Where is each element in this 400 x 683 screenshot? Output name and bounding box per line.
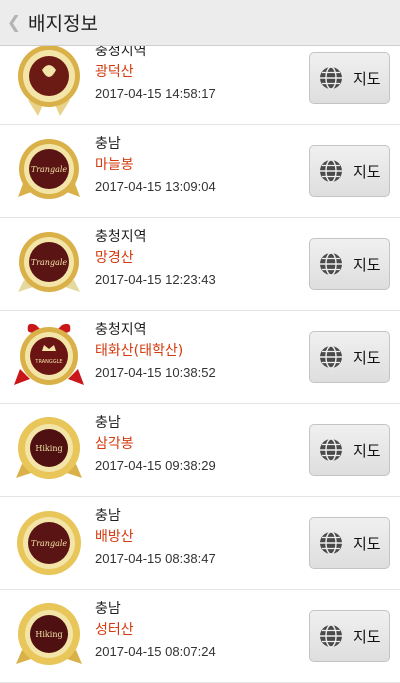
mountain-name: 망경산 [95,250,134,266]
badge-text: Trangale [31,539,68,548]
map-button-label: 지도 [353,441,381,460]
badge-text: Hiking [35,630,62,639]
region-label: 충남 [95,601,121,617]
badge-laurel-emblem-icon: Hiking [16,603,82,665]
globe-icon [320,252,342,276]
region-label: 충청지역 [95,46,147,59]
list-item: Trangale 충남 배방산 2017-04-15 08:38:47 지도 [0,497,400,590]
map-button-label: 지도 [353,627,381,646]
map-button-label: 지도 [353,255,381,274]
back-chevron-icon[interactable]: ❮ [2,13,26,33]
badge-laurel-emblem-icon: Hiking [16,417,82,479]
mountain-name: 마늘봉 [95,157,134,173]
globe-icon [320,531,342,555]
mountain-name: 배방산 [95,529,134,545]
map-button-label: 지도 [353,69,381,88]
badge-gold-emblem-icon [18,46,80,116]
mountain-name: 광덕산 [95,64,134,80]
map-button[interactable]: 지도 [309,52,390,104]
badge-text: TRANGGLE [34,359,62,365]
map-button[interactable]: 지도 [309,331,390,383]
page-title: 배지정보 [28,13,98,35]
region-label: 충남 [95,508,121,524]
globe-icon [320,345,342,369]
map-button-label: 지도 [353,534,381,553]
timestamp: 2017-04-15 08:38:47 [95,551,216,566]
globe-icon [320,438,342,462]
timestamp: 2017-04-15 08:07:24 [95,644,216,659]
map-button[interactable]: 지도 [309,238,390,290]
badge-gold-emblem-icon: Trangale [18,232,80,292]
timestamp: 2017-04-15 14:58:17 [95,86,216,101]
globe-icon [320,624,342,648]
badge-text: Hiking [35,444,62,453]
map-button[interactable]: 지도 [309,145,390,197]
list-item: Hiking 충남 삼각봉 2017-04-15 09:38:29 지도 [0,404,400,497]
list-item: TRANGGLE 충청지역 태화산(태학산) 2017-04-15 10:38:… [0,311,400,404]
map-button-label: 지도 [353,348,381,367]
region-label: 충남 [95,415,121,431]
badge-gold-emblem-icon: Trangale [18,139,80,199]
region-label: 충남 [95,136,121,152]
timestamp: 2017-04-15 12:23:43 [95,272,216,287]
list-item: 충청지역 광덕산 2017-04-15 14:58:17 지도 [0,46,400,125]
region-label: 충청지역 [95,322,147,338]
map-button[interactable]: 지도 [309,517,390,569]
mountain-name: 삼각봉 [95,436,134,452]
timestamp: 2017-04-15 09:38:29 [95,458,216,473]
map-button[interactable]: 지도 [309,610,390,662]
globe-icon [320,159,342,183]
badge-ribbon-emblem-icon: TRANGGLE [14,323,84,385]
badge-text: Trangale [31,165,68,174]
list-item: Trangale 충남 마늘봉 2017-04-15 13:09:04 지도 [0,125,400,218]
badge-gold-emblem-icon: Trangale [17,511,81,575]
timestamp: 2017-04-15 10:38:52 [95,365,216,380]
list-item: Hiking 충남 성터산 2017-04-15 08:07:24 지도 [0,590,400,683]
badge-list: 충청지역 광덕산 2017-04-15 14:58:17 지도 Trangale… [0,46,400,683]
list-item: Trangale 충청지역 망경산 2017-04-15 12:23:43 지도 [0,218,400,311]
map-button-label: 지도 [353,162,381,181]
timestamp: 2017-04-15 13:09:04 [95,179,216,194]
region-label: 충청지역 [95,229,147,245]
globe-icon [320,66,342,90]
mountain-name: 성터산 [95,622,134,638]
mountain-name: 태화산(태학산) [95,343,184,359]
map-button[interactable]: 지도 [309,424,390,476]
badge-text: Trangale [31,258,68,267]
app-header: ❮ 배지정보 [0,0,400,46]
